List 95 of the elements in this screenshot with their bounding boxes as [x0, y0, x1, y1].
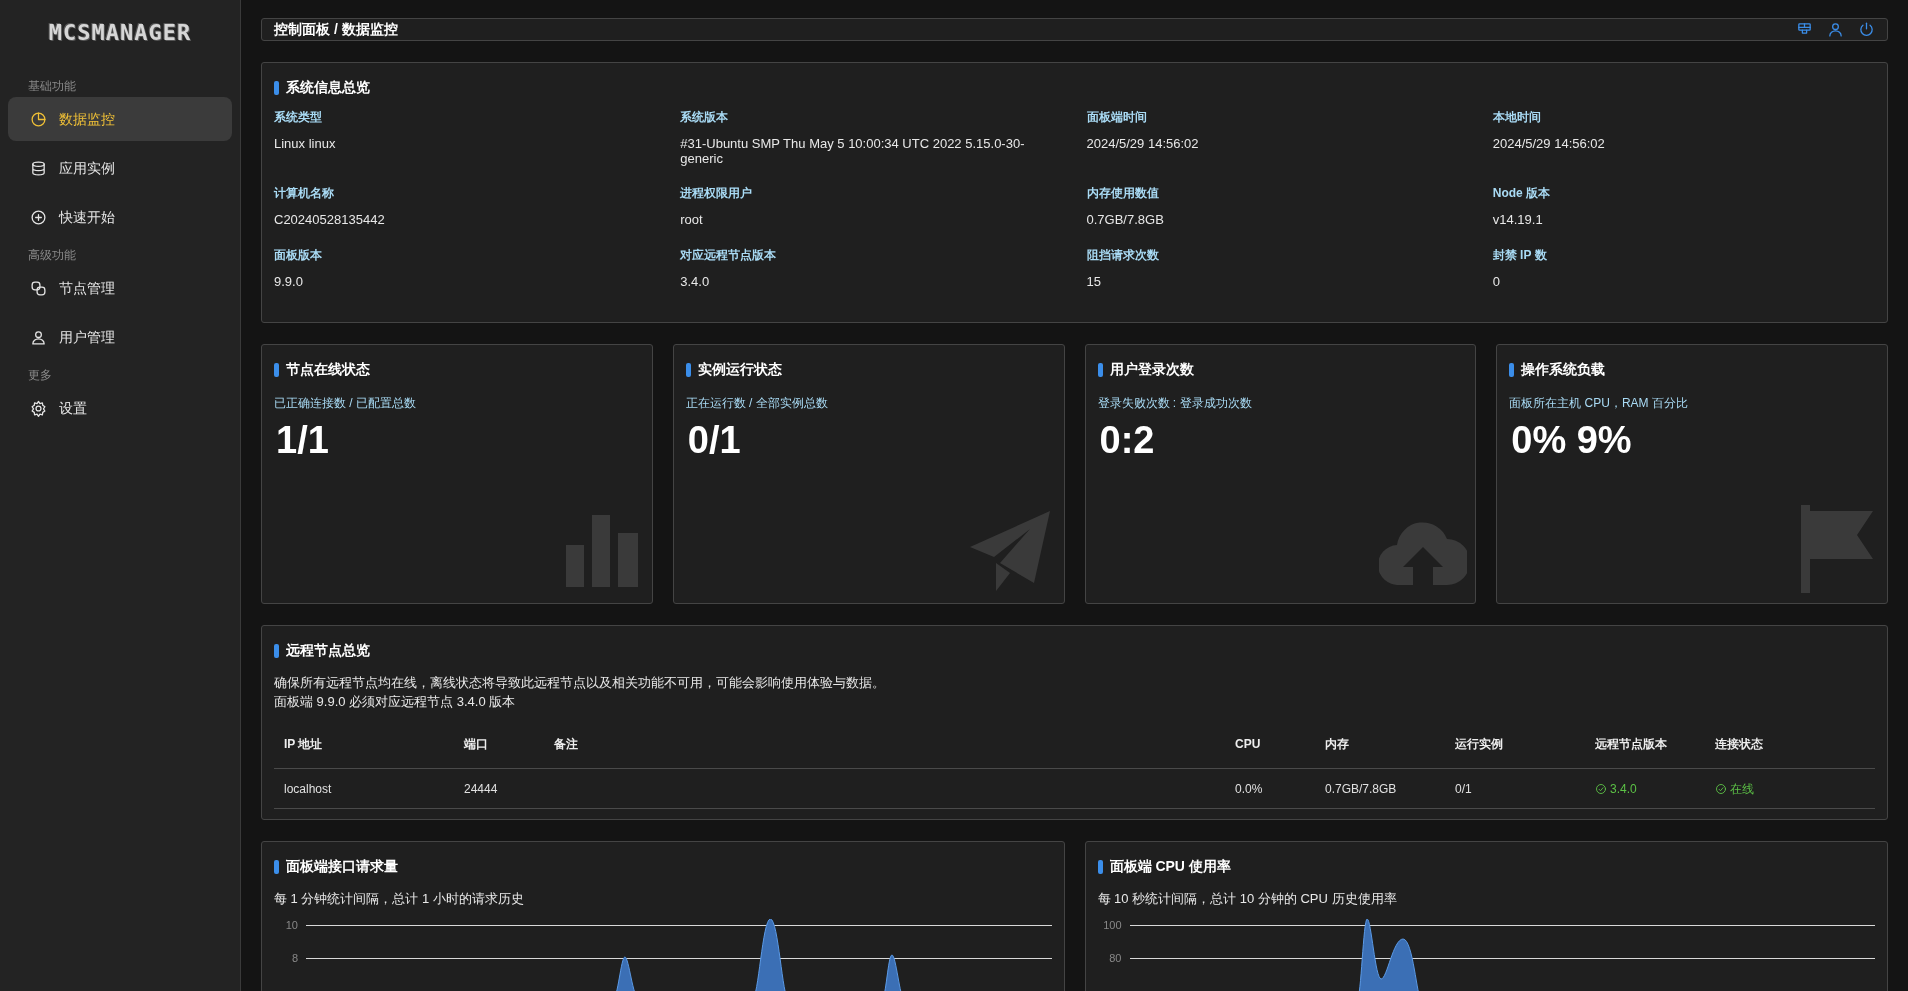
card-subtitle: 正在运行数 / 全部实例总数	[685, 395, 829, 412]
field-value: 0.7GB/7.8GB	[1086, 212, 1165, 227]
nav-item[interactable]: 数据监控	[8, 97, 232, 141]
status-text: 在线	[1730, 780, 1754, 798]
field-label: 本地时间	[1492, 109, 1542, 126]
stat-value: 0/1	[687, 418, 741, 462]
field-label: 封禁 IP 数	[1492, 247, 1548, 264]
linked-squares-icon	[30, 279, 47, 297]
title-bar-mark	[274, 643, 279, 658]
version-text: 3.4.0	[1610, 780, 1637, 798]
column-header: 远程节点版本	[1595, 735, 1667, 753]
chart-subtitle: 每 10 秒统计间隔，总计 10 分钟的 CPU 历史使用率	[1097, 890, 1397, 908]
field-label: 阻挡请求次数	[1086, 247, 1160, 264]
axis-tick-label: 8	[290, 951, 298, 967]
title-bar-mark	[1097, 362, 1103, 377]
stat-value: 1/1	[276, 418, 329, 462]
field-value: 3.4.0	[680, 274, 711, 289]
field-value: v14.19.1	[1492, 212, 1544, 227]
check-circle-icon	[1595, 782, 1607, 795]
column-header: 连接状态	[1715, 735, 1763, 753]
description-text: 面板端 9.9.0 必须对应远程节点 3.4.0 版本	[274, 693, 516, 711]
field-value: root	[680, 212, 704, 227]
field-value: 0	[1492, 274, 1501, 289]
table-cell-text: 0/1	[1455, 780, 1472, 798]
table-cell-text: 24444	[464, 780, 498, 798]
check-circle-icon	[1715, 782, 1727, 795]
title-bar-mark	[274, 859, 279, 874]
pie-chart-icon	[30, 110, 47, 128]
title-bar-mark	[685, 362, 691, 377]
flag-icon	[1801, 505, 1873, 593]
field-label: 系统版本	[680, 109, 730, 126]
field-value: 2024/5/29 14:56:02	[1086, 136, 1200, 151]
title-bar-mark	[274, 362, 279, 377]
field-value: 15	[1086, 274, 1102, 289]
paper-plane-icon	[969, 511, 1050, 591]
settings-icon	[30, 399, 47, 417]
chart-subtitle: 每 1 分钟统计间隔，总计 1 小时的请求历史	[274, 890, 524, 908]
field-value: 9.9.0	[274, 274, 304, 289]
column-header: 运行实例	[1455, 735, 1503, 753]
field-label: Node 版本	[1492, 185, 1552, 202]
card-title: 面板端 CPU 使用率	[1109, 857, 1231, 876]
column-header: 端口	[464, 735, 488, 753]
column-header: CPU	[1235, 735, 1261, 753]
field-label: 面板端时间	[1086, 109, 1148, 126]
user-icon	[30, 328, 47, 346]
nav-item[interactable]: 节点管理	[8, 266, 232, 310]
power-icon[interactable]	[1858, 21, 1875, 38]
card-subtitle: 已正确连接数 / 已配置总数	[274, 395, 417, 412]
field-value: Linux linux	[274, 136, 337, 151]
table-cell-text: 0.0%	[1235, 780, 1263, 798]
stat-value: 0% 9%	[1511, 418, 1632, 462]
plus-circle-icon	[30, 208, 47, 226]
nav-item[interactable]: 快速开始	[8, 195, 232, 239]
field-value: #31-Ubuntu SMP Thu May 5 10:00:34 UTC 2022 5.15.0-30-generic	[680, 136, 1026, 166]
card-title: 远程节点总览	[286, 641, 370, 660]
field-label: 系统类型	[274, 109, 323, 126]
database-icon	[30, 159, 47, 177]
field-label: 进程权限用户	[680, 185, 754, 202]
card-title: 系统信息总览	[286, 78, 370, 97]
card-title: 操作系统负载	[1521, 360, 1606, 379]
bar-chart-icon	[565, 515, 638, 587]
column-header: IP 地址	[284, 735, 323, 753]
card-title: 面板端接口请求量	[286, 857, 398, 876]
card-title: 节点在线状态	[286, 360, 370, 379]
card-subtitle: 面板所在主机 CPU，RAM 百分比	[1509, 395, 1689, 412]
description-text: 确保所有远程节点均在线，离线状态将导致此远程节点以及相关功能不可用，可能会影响使用体验与数据。	[274, 674, 885, 692]
title-bar-mark	[274, 80, 279, 95]
nav-item[interactable]: 应用实例	[8, 146, 232, 190]
field-label: 对应远程节点版本	[680, 247, 778, 264]
column-header: 备注	[554, 735, 578, 753]
section-heading: 高级功能	[27, 247, 77, 264]
card-title: 实例运行状态	[697, 360, 782, 379]
nav-item[interactable]: 用户管理	[8, 315, 232, 359]
field-value: 2024/5/29 14:56:02	[1492, 136, 1606, 151]
axis-tick-label: 10	[284, 918, 298, 934]
axis-tick-label: 100	[1102, 918, 1122, 934]
title-bar-mark	[1097, 859, 1103, 874]
axis-tick-label: 80	[1108, 951, 1122, 967]
table-cell-text: 0.7GB/7.8GB	[1325, 780, 1397, 798]
nav-item[interactable]: 设置	[8, 386, 232, 430]
field-label: 计算机名称	[274, 185, 335, 202]
field-label: 内存使用数值	[1086, 185, 1160, 202]
section-heading: 基础功能	[27, 78, 77, 95]
title-bar-mark	[1509, 362, 1515, 377]
card-title: 用户登录次数	[1109, 360, 1194, 379]
card-subtitle: 登录失败次数 : 登录成功次数	[1097, 395, 1253, 412]
section-heading: 更多	[27, 367, 53, 384]
logo: MCSMANAGER	[47, 19, 193, 47]
stat-value: 0:2	[1099, 418, 1155, 462]
column-header: 内存	[1325, 735, 1349, 753]
user-icon[interactable]	[1827, 21, 1844, 38]
field-label: 面板版本	[274, 247, 323, 264]
breadcrumb: 控制面板 / 数据监控	[274, 20, 398, 39]
field-value: C20240528135442	[274, 212, 386, 227]
table-cell-text: localhost	[284, 780, 332, 798]
